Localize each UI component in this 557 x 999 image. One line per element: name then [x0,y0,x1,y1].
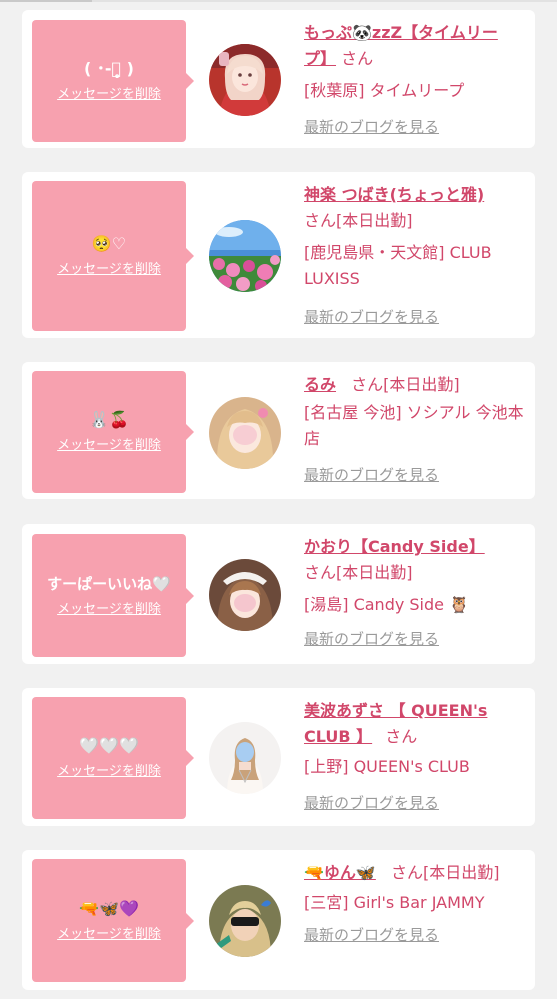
san-status: さん[本日出勤] [390,863,500,882]
message-bubble: すーぱーいいね🤍 メッセージを削除 [32,534,194,657]
message-text: 🔫🦋💜 [79,898,139,918]
girl-info: るみ さん[本日出勤] [名古屋 今池] ソシアル 今池本店 最新のブログを見る [304,372,526,488]
girl-info: 🔫ゆん🦋 さん[本日出勤] [三宮] Girl's Bar JAMMY 最新のブ… [304,860,526,948]
message-card: すーぱーいいね🤍 メッセージを削除 かおり【Candy Side】 さん[本日出… [22,524,535,664]
delete-message-link[interactable]: メッセージを削除 [57,261,161,279]
girl-info: かおり【Candy Side】 さん[本日出勤] [湯島] Candy Side… [304,534,526,652]
message-bubble: 🔫🦋💜 メッセージを削除 [32,859,194,982]
girl-info: 美波あずさ 【 QUEEN's CLUB 】 さん [上野] QUEEN's C… [304,698,526,816]
girl-name-link[interactable]: かおり【Candy Side】 [304,537,485,556]
latest-blog-link[interactable]: 最新のブログを見る [304,626,526,652]
maid-girl-avatar[interactable] [209,559,281,631]
message-bubble: 🐰🍒 メッセージを削除 [32,371,194,493]
delete-message-link[interactable]: メッセージを削除 [57,763,161,781]
latest-blog-link[interactable]: 最新のブログを見る [304,462,526,488]
message-text: 🤍🤍🤍 [79,736,139,755]
flower-field-avatar[interactable] [209,220,281,292]
message-bubble: 🥺♡ メッセージを削除 [32,181,194,331]
blonde-girl-avatar[interactable] [209,397,281,469]
message-text: ( ･-･̥̥̥ ) [83,59,134,78]
shop-label: [鹿児島県・天文館] CLUB LUXISS [304,243,492,288]
girl-name-link[interactable]: るみ [304,375,336,394]
girl-name-link[interactable]: もっぷ🐼zzZ【タイムリープ】 [304,23,498,68]
sunglasses-girl-avatar[interactable] [209,885,281,957]
san-status: さん[本日出勤] [351,375,460,394]
girl-info: 神楽 つばき(ちょっと雅) さん[本日出勤] [鹿児島県・天文館] CLUB L… [304,182,526,330]
girl-info: もっぷ🐼zzZ【タイムリープ】 さん [秋葉原] タイムリープ 最新のブログを見… [304,20,526,140]
message-text: すーぱーいいね🤍 [47,574,171,593]
delete-message-link[interactable]: メッセージを削除 [57,437,161,455]
latest-blog-link[interactable]: 最新のブログを見る [304,922,526,948]
shop-label: [名古屋 今池] ソシアル 今池本店 [304,403,524,448]
san-status: さん [385,727,418,746]
message-bubble: 🤍🤍🤍 メッセージを削除 [32,697,194,819]
delete-message-link[interactable]: メッセージを削除 [57,86,161,104]
message-card: 🤍🤍🤍 メッセージを削除 美波あずさ 【 QUEEN's CLUB 】 さん [… [22,688,535,826]
shop-label: [秋葉原] タイムリープ [304,81,465,100]
latest-blog-link[interactable]: 最新のブログを見る [304,790,526,816]
san-status: さん[本日出勤] [304,563,413,582]
message-bubble: ( ･-･̥̥̥ ) メッセージを削除 [32,20,194,142]
latest-blog-link[interactable]: 最新のブログを見る [304,114,526,140]
message-card: ( ･-･̥̥̥ ) メッセージを削除 もっぷ🐼zzZ【タイムリープ】 さん [… [22,10,535,148]
message-text: 🥺♡ [91,234,127,253]
message-card: 🐰🍒 メッセージを削除 るみ さん[本日出勤] [名古屋 今池] ソシアル 今池… [22,362,535,499]
girl-name-link[interactable]: 神楽 つばき(ちょっと雅) [304,185,484,204]
message-card: 🥺♡ メッセージを削除 神楽 つばき(ちょっと雅) さん[本日出勤] [鹿児島県… [22,172,535,338]
girl-name-link[interactable]: 🔫ゆん🦋 [304,863,376,882]
delete-message-link[interactable]: メッセージを削除 [57,926,161,944]
message-card: 🔫🦋💜 メッセージを削除 🔫ゆん🦋 さん[本日出勤] [三宮] Girl's B… [22,850,535,990]
message-text: 🐰🍒 [89,410,129,429]
shop-label: [上野] QUEEN's CLUB [304,757,470,776]
girl-red-kimono-avatar[interactable] [209,44,281,116]
shop-label: [湯島] Candy Side 🦉 [304,595,470,614]
white-dress-girl-avatar[interactable] [209,722,281,794]
latest-blog-link[interactable]: 最新のブログを見る [304,304,526,330]
shop-label: [三宮] Girl's Bar JAMMY [304,893,485,912]
san-status: さん[本日出勤] [304,211,413,230]
san-status: さん [341,49,374,68]
top-scroll-indicator [0,0,557,2]
delete-message-link[interactable]: メッセージを削除 [57,601,161,619]
